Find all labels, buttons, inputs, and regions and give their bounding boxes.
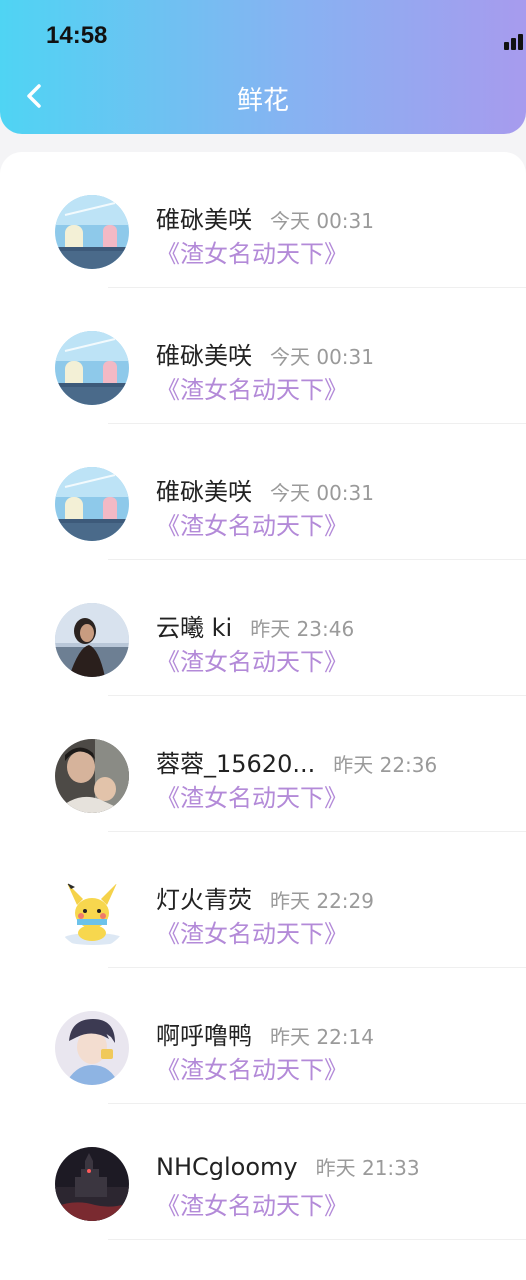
user-name: NHCgloomy <box>156 1153 298 1181</box>
pikachu-avatar[interactable] <box>55 875 129 949</box>
user-name: 蓉蓉_15620... <box>156 750 316 778</box>
user-name: 碓砯美咲 <box>156 342 252 370</box>
list-item[interactable]: 云曦 ki 昨天 23:46 《渣女名动天下》 <box>0 560 526 696</box>
photo-family-avatar[interactable] <box>55 739 129 813</box>
photo-woman-avatar[interactable] <box>55 603 129 677</box>
user-name: 灯火青荧 <box>156 886 252 914</box>
item-time: 昨天 23:46 <box>250 617 355 641</box>
item-name: NHCgloomy 昨天 21:33 <box>156 1152 420 1181</box>
item-gift[interactable]: 《渣女名动天下》 <box>156 1186 348 1221</box>
user-name: 碓砯美咲 <box>156 478 252 506</box>
user-name: 碓砯美咲 <box>156 206 252 234</box>
item-time: 今天 00:31 <box>270 481 374 505</box>
anime-sky-avatar[interactable] <box>55 331 129 405</box>
user-name: 啊呼噜鸭 <box>156 1022 252 1050</box>
anime-sky-avatar[interactable] <box>55 467 129 541</box>
item-time: 昨天 21:33 <box>315 1156 420 1180</box>
dark-castle-avatar[interactable] <box>55 1147 129 1221</box>
item-name: 碓砯美咲 今天 00:31 <box>156 200 374 235</box>
item-name: 灯火青荧 昨天 22:29 <box>156 880 374 915</box>
list-item[interactable]: 灯火青荧 昨天 22:29 《渣女名动天下》 <box>0 832 526 968</box>
item-name: 啊呼噜鸭 昨天 22:14 <box>156 1016 374 1051</box>
header-bar: 14:58 鲜花 <box>0 0 526 134</box>
list-item[interactable]: NHCgloomy 昨天 21:33 《渣女名动天下》 <box>0 1104 526 1240</box>
list-item[interactable]: 碓砯美咲 今天 00:31 《渣女名动天下》 <box>0 288 526 424</box>
item-time: 今天 00:31 <box>270 209 374 233</box>
anime-boy-avatar[interactable] <box>55 1011 129 1085</box>
item-time: 昨天 22:29 <box>270 889 374 913</box>
item-name: 蓉蓉_15620... 昨天 22:36 <box>156 744 437 779</box>
list-item[interactable]: 碓砯美咲 今天 00:31 《渣女名动天下》 <box>0 152 526 288</box>
item-gift[interactable]: 《渣女名动天下》 <box>156 234 348 269</box>
page-title: 鲜花 <box>236 86 289 116</box>
status-time: 14:58 <box>46 22 108 49</box>
signal-icon <box>504 30 526 50</box>
flower-list: 碓砯美咲 今天 00:31 《渣女名动天下》 碓砯美咲 今天 00:31 《渣女名动… <box>0 152 526 1280</box>
item-name: 碓砯美咲 今天 00:31 <box>156 472 374 507</box>
item-name: 碓砯美咲 今天 00:31 <box>156 336 374 371</box>
user-name: 云曦 ki <box>156 614 233 642</box>
list-item[interactable]: 啊呼噜鸭 昨天 22:14 《渣女名动天下》 <box>0 968 526 1104</box>
item-gift[interactable]: 《渣女名动天下》 <box>156 370 348 405</box>
item-time: 昨天 22:36 <box>333 753 438 777</box>
item-gift[interactable]: 《渣女名动天下》 <box>156 1050 348 1085</box>
list-item[interactable]: 碓砯美咲 今天 00:31 《渣女名动天下》 <box>0 424 526 560</box>
item-gift[interactable]: 《渣女名动天下》 <box>156 642 348 677</box>
item-gift[interactable]: 《渣女名动天下》 <box>156 914 348 949</box>
anime-sky-avatar[interactable] <box>55 195 129 269</box>
item-gift[interactable]: 《渣女名动天下》 <box>156 506 348 541</box>
item-time: 今天 00:31 <box>270 345 374 369</box>
list-item[interactable]: 蓉蓉_15620... 昨天 22:36 《渣女名动天下》 <box>0 696 526 832</box>
item-name: 云曦 ki 昨天 23:46 <box>156 608 354 643</box>
item-gift[interactable]: 《渣女名动天下》 <box>156 778 348 813</box>
divider <box>108 1239 526 1240</box>
item-time: 昨天 22:14 <box>270 1025 374 1049</box>
